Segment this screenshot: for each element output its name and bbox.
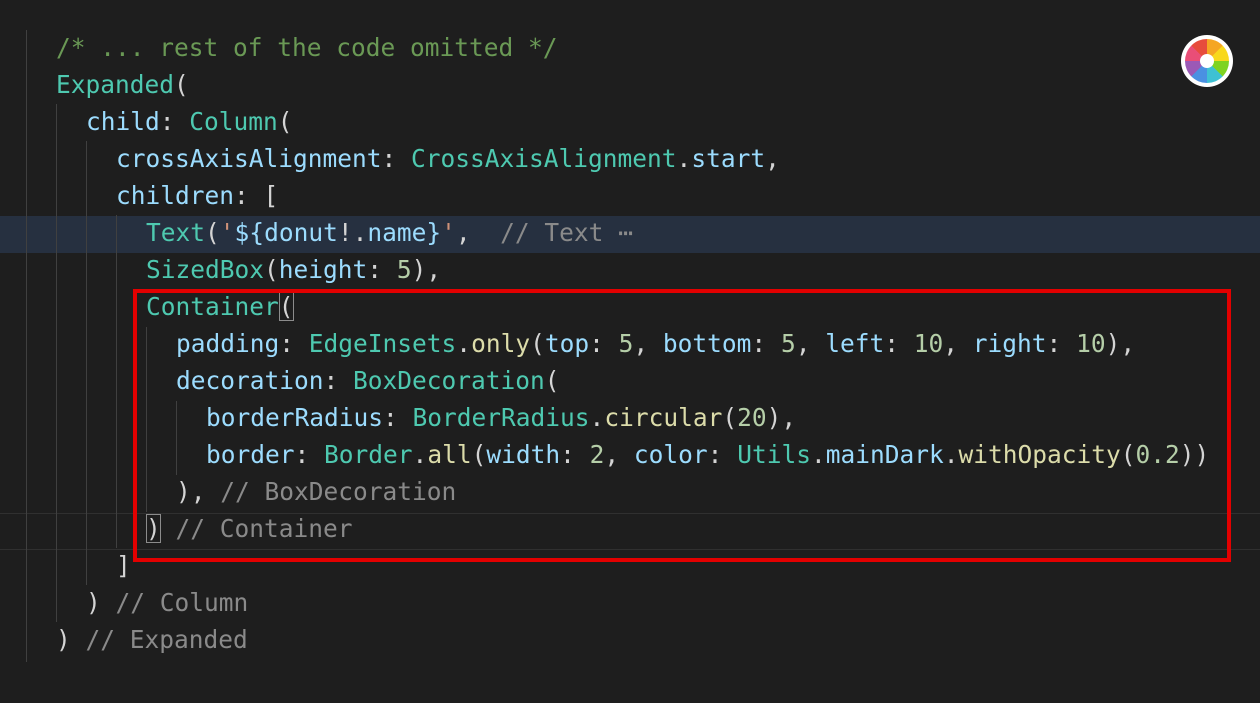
code-line[interactable]: Expanded( — [0, 66, 1260, 103]
code-token: // Text ⋯ — [500, 218, 633, 247]
code-token: ' — [441, 218, 456, 247]
code-token: !. — [337, 218, 368, 247]
code-line-text: ) // Column — [86, 584, 248, 621]
color-wheel-icon[interactable] — [1181, 35, 1233, 87]
code-token: Column — [189, 107, 278, 136]
code-token: : — [159, 107, 190, 136]
code-line[interactable]: Text('${donut!.name}', // Text ⋯ — [0, 214, 1260, 251]
code-token: . — [676, 144, 692, 173]
code-token: Expanded — [56, 70, 175, 99]
code-line[interactable]: crossAxisAlignment: CrossAxisAlignment.s… — [0, 140, 1260, 177]
code-line-text: SizedBox(height: 5), — [146, 251, 441, 288]
code-token: ) — [86, 588, 116, 617]
code-token: ) — [56, 625, 86, 654]
code-line-text: ) // Expanded — [56, 621, 248, 658]
code-line-text: children: [ — [116, 177, 278, 214]
code-token: ( — [264, 255, 279, 284]
code-line-text: Expanded( — [56, 66, 189, 103]
code-token: : — [367, 255, 397, 284]
code-token: name — [367, 218, 427, 247]
code-token: ( — [174, 70, 189, 99]
code-line-text: child: Column( — [86, 103, 293, 140]
code-line[interactable]: ) // Expanded — [0, 621, 1260, 658]
code-token: ] — [116, 551, 131, 580]
code-line-text: Text('${donut!.name}', // Text ⋯ — [146, 214, 633, 251]
code-token: start — [691, 144, 766, 173]
code-token: Text — [146, 218, 206, 247]
code-token: SizedBox — [146, 255, 265, 284]
code-token: donut — [264, 218, 338, 247]
code-token: : [ — [234, 181, 279, 210]
code-token: ), — [411, 255, 442, 284]
code-line-text: /* ... rest of the code omitted */ — [56, 29, 558, 66]
code-line-text: ] — [116, 547, 131, 584]
code-token: // Expanded — [85, 625, 248, 654]
code-token: , — [765, 144, 780, 173]
code-token: children — [116, 181, 235, 210]
code-token: : — [381, 144, 412, 173]
code-line[interactable]: /* ... rest of the code omitted */ — [0, 29, 1260, 66]
code-token: child — [86, 107, 160, 136]
code-token: /* ... rest of the code omitted */ — [56, 33, 558, 62]
code-token: ${ — [234, 218, 265, 247]
code-token: , — [455, 218, 501, 247]
code-token: ( — [205, 218, 220, 247]
code-token: // Column — [115, 588, 249, 617]
code-editor[interactable]: /* ... rest of the code omitted */ Expand… — [0, 0, 1260, 703]
highlight-annotation-box — [133, 289, 1231, 562]
code-token: ( — [277, 107, 293, 136]
code-token: } — [426, 218, 442, 247]
color-wheel-ring — [1185, 39, 1229, 83]
code-token: 5 — [396, 255, 412, 284]
code-line[interactable]: children: [ — [0, 177, 1260, 214]
code-token: crossAxisAlignment — [116, 144, 382, 173]
code-line[interactable]: ) // Column — [0, 584, 1260, 621]
code-token: height — [278, 255, 368, 284]
code-line[interactable]: SizedBox(height: 5), — [0, 251, 1260, 288]
code-token: CrossAxisAlignment — [411, 144, 677, 173]
code-line[interactable]: child: Column( — [0, 103, 1260, 140]
code-line-text: crossAxisAlignment: CrossAxisAlignment.s… — [116, 140, 780, 177]
color-wheel-hub — [1200, 54, 1214, 68]
code-token: ' — [219, 218, 235, 247]
